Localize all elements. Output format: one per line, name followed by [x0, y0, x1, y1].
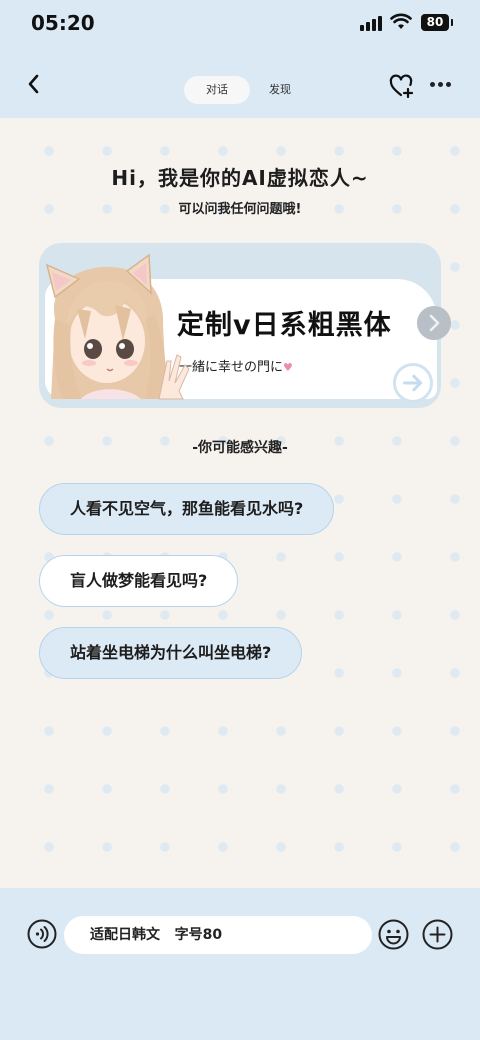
- suggestion-chip[interactable]: 盲人做梦能看见吗?: [39, 555, 239, 607]
- banner-title: 定制v日系粗黑体: [177, 310, 392, 341]
- banner-subtitle: 一緒に幸せの門に♥: [179, 360, 293, 375]
- tab-discover[interactable]: 发现: [262, 76, 298, 104]
- font-promo-banner[interactable]: 定制v日系粗黑体 一緒に幸せの門に♥: [39, 243, 451, 408]
- tab-chat[interactable]: 对话: [184, 76, 250, 104]
- composer-bar: [0, 888, 480, 1040]
- top-nav: 对话 发现: [0, 56, 480, 112]
- voice-icon[interactable]: [27, 919, 57, 949]
- status-bar: 05:20 80: [0, 0, 480, 48]
- emoji-icon[interactable]: [378, 919, 409, 950]
- suggestion-chip[interactable]: 人看不见空气，那鱼能看见水吗?: [39, 483, 335, 535]
- wifi-icon: [390, 13, 412, 29]
- anime-girl-illustration: [45, 253, 190, 400]
- status-time: 05:20: [31, 11, 95, 35]
- chevron-right-icon[interactable]: [417, 306, 451, 340]
- tab-group: 对话 发现: [184, 76, 312, 104]
- greeting-title: Hi，我是你的AI虚拟恋人~: [111, 166, 369, 190]
- greeting-subtitle: 可以问我任何问题哦!: [178, 202, 302, 217]
- suggestion-chip[interactable]: 站着坐电梯为什么叫坐电梯?: [39, 627, 303, 679]
- interests-title: -你可能感兴趣-: [192, 440, 288, 456]
- cellular-signal-icon: [360, 15, 384, 31]
- battery-indicator: 80: [421, 14, 453, 31]
- heart-plus-icon[interactable]: [389, 74, 415, 98]
- arrow-right-icon[interactable]: [393, 363, 433, 403]
- more-icon[interactable]: [430, 82, 452, 88]
- plus-icon[interactable]: [422, 919, 453, 950]
- back-icon[interactable]: [22, 72, 46, 96]
- message-input[interactable]: [64, 916, 372, 954]
